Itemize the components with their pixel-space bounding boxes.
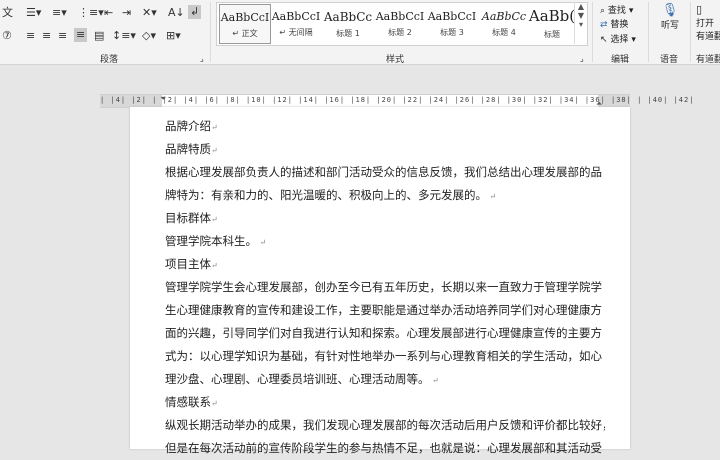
paragraph[interactable]: 情感联系↵	[165, 391, 605, 414]
paragraph[interactable]: 管理学院本科生。 ↵	[165, 230, 605, 253]
document-icon: ▯	[696, 3, 703, 16]
styles-scroll[interactable]: ▲ ▼ ▾	[574, 2, 587, 44]
search-icon: ⌕	[600, 6, 606, 16]
align-center-icon[interactable]: ≡	[42, 29, 51, 43]
chevron-down-icon: ▾	[628, 6, 634, 16]
divider	[690, 2, 691, 62]
microphone-icon: 🎙	[661, 3, 679, 18]
document-body[interactable]: 品牌介绍↵ 品牌特质↵ 根据心理发展部负责人的描述和部门活动受众的信息反馈，我们…	[165, 115, 605, 460]
paragraph[interactable]: 生心理健康教育的宣传和建设工作，主要职能是通过举办活动培养同学们对心理健康方	[165, 299, 605, 322]
paragraph-group-label: 段落	[100, 55, 119, 65]
style-normal[interactable]: AaBbCcI ↵ 正文	[219, 4, 271, 44]
decrease-indent-icon[interactable]: ⇤	[104, 6, 113, 20]
distributed-icon[interactable]: ▤	[94, 29, 104, 43]
enclose-char-icon[interactable]: ⑦	[2, 29, 12, 43]
align-left-icon[interactable]: ≡	[26, 29, 35, 43]
chinese-layout-icon[interactable]: ✕▾	[142, 6, 157, 20]
phonetic-icon[interactable]: 文	[2, 6, 13, 20]
paragraph[interactable]: 理沙盘、心理剧、心理委员培训班、心理活动周等。 ↵	[165, 368, 605, 391]
youdao-group-label: 有道翻	[696, 55, 720, 65]
horizontal-ruler[interactable]: | |4| |2| | |2| |4| |6| |8| |10| |12| |1…	[100, 94, 695, 108]
replace-icon: ⇄	[600, 20, 608, 30]
align-right-icon[interactable]: ≡	[58, 29, 67, 43]
styles-gallery: AaBbCcI ↵ 正文 AaBbCcI ↵ 无间隔 AaBbCc 标题 1 A…	[216, 2, 588, 46]
borders-icon[interactable]: ⊞▾	[166, 29, 181, 43]
replace-button[interactable]: ⇄ 替换	[600, 17, 628, 30]
scroll-up-icon[interactable]: ▲	[575, 2, 587, 11]
paragraph-dialog-launcher-icon[interactable]: ⌟	[200, 52, 204, 66]
paragraph[interactable]: 牌特为：有亲和力的、阳光温暖的、积极向上的、多元发展的。 ↵	[165, 184, 605, 207]
styles-group-label: 样式	[386, 55, 405, 65]
style-heading-1[interactable]: AaBbCc 标题 1	[323, 4, 373, 42]
editing-group-label: 编辑	[611, 55, 630, 65]
styles-dialog-launcher-icon[interactable]: ⌟	[580, 52, 584, 66]
voice-group-label: 语音	[660, 55, 679, 65]
shading-icon[interactable]: ◇▾	[142, 29, 156, 43]
line-spacing-icon[interactable]: ↕≡▾	[112, 29, 136, 43]
divider	[648, 2, 649, 62]
style-heading-4[interactable]: AaBbCc 标题 4	[479, 4, 529, 42]
paragraph[interactable]: 目标群体↵	[165, 207, 605, 230]
dictate-label: 听写	[660, 21, 679, 31]
paragraph[interactable]: 管理学院学生会心理发展部，创办至今已有五年历史，长期以来一直致力于管理学院学	[165, 276, 605, 299]
multilevel-list-icon[interactable]: ⋮≡▾	[78, 6, 104, 20]
scroll-down-icon[interactable]: ▼	[575, 11, 587, 20]
ribbon-page-gap	[0, 65, 720, 94]
paragraph[interactable]: 纵观长期活动举办的成果，我们发现心理发展部的每次活动后用户反馈和评价都比较好，	[165, 414, 605, 437]
find-label: 查找	[607, 6, 626, 16]
more-styles-icon[interactable]: ▾	[575, 20, 587, 29]
paragraph[interactable]: 式为：以心理学知识为基础，有针对性地举办一系列与心理教育相关的学生活动，如心	[165, 345, 605, 368]
style-no-spacing[interactable]: AaBbCcI ↵ 无间隔	[271, 4, 321, 42]
find-button[interactable]: ⌕ 查找 ▾	[600, 3, 633, 16]
sort-icon[interactable]: A↓	[168, 6, 185, 20]
open-label: 打开	[696, 19, 715, 29]
paragraph[interactable]: 品牌介绍↵	[165, 115, 605, 138]
paragraph[interactable]: 项目主体↵	[165, 253, 605, 276]
show-marks-icon[interactable]: ↲	[188, 5, 202, 19]
bullets-icon[interactable]: ☰▾	[26, 6, 41, 20]
indent-marker-icon[interactable]: ⏷	[160, 94, 166, 104]
document-page[interactable]: 品牌介绍↵ 品牌特质↵ 根据心理发展部负责人的描述和部门活动受众的信息反馈，我们…	[130, 107, 630, 455]
youdao-open-button[interactable]: ▯ 打开 有道翻	[696, 3, 720, 42]
select-label: 选择	[610, 35, 629, 45]
divider	[210, 2, 211, 62]
open-sub-label: 有道翻	[696, 32, 720, 42]
ruler-ticks: | |4| |2| | |2| |4| |6| |8| |10| |12| |1…	[100, 96, 695, 104]
replace-label: 替换	[610, 20, 629, 30]
paragraph[interactable]: 根据心理发展部负责人的描述和部门活动受众的信息反馈，我们总结出心理发展部的品	[165, 161, 605, 184]
ribbon: ☰▾ ≡▾ ⋮≡▾ ⇤ ⇥ ✕▾ A↓ ↲ 文 ⑦ ≡ ≡ ≡ ≡ ▤ ↕≡▾ …	[0, 0, 720, 65]
select-button[interactable]: ↖ 选择 ▾	[600, 32, 636, 45]
justify-icon[interactable]: ≡	[74, 28, 88, 42]
dictate-button[interactable]: 🎙 听写	[656, 3, 684, 31]
divider	[592, 2, 593, 62]
increase-indent-icon[interactable]: ⇥	[122, 6, 131, 20]
paragraph[interactable]: 面的兴趣，引导同学们对自我进行认知和探索。心理发展部进行心理健康宣传的主要方	[165, 322, 605, 345]
style-heading-3[interactable]: AaBbCcI 标题 3	[427, 4, 477, 42]
numbering-icon[interactable]: ≡▾	[52, 6, 67, 20]
cursor-icon: ↖	[600, 35, 608, 45]
style-heading-2[interactable]: AaBbCcI 标题 2	[375, 4, 425, 42]
chevron-down-icon: ▾	[631, 35, 636, 45]
style-title[interactable]: AaBb( 标题	[527, 4, 577, 42]
paragraph[interactable]: 品牌特质↵	[165, 138, 605, 161]
